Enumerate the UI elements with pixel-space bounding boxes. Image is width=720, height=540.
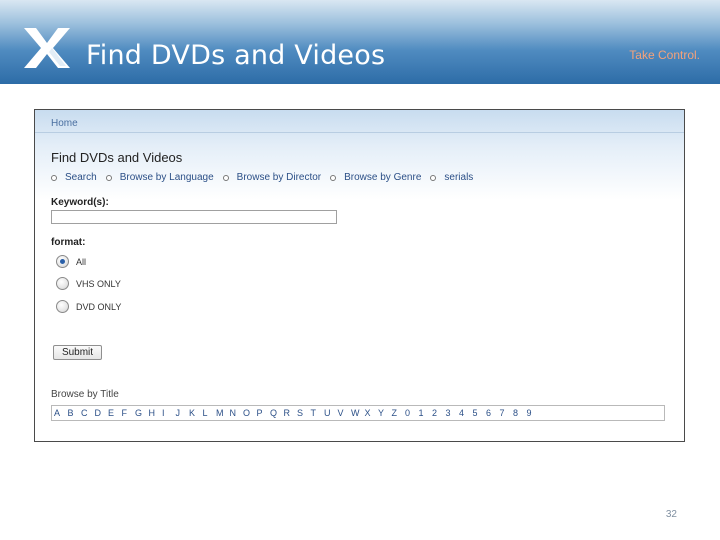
browse-title-link[interactable]: P bbox=[257, 408, 271, 418]
nav-link-browse-by-language[interactable]: Browse by Language bbox=[120, 172, 214, 183]
browse-title-link[interactable]: H bbox=[149, 408, 163, 418]
browse-title-link[interactable]: 2 bbox=[432, 408, 446, 418]
browse-title-link[interactable]: 0 bbox=[405, 408, 419, 418]
browse-title-link[interactable]: G bbox=[135, 408, 149, 418]
format-option-dvd[interactable]: DVD ONLY bbox=[56, 300, 121, 313]
browse-title-link[interactable]: A bbox=[54, 408, 68, 418]
nav-link-serials[interactable]: serials bbox=[444, 172, 473, 183]
nav-item-language[interactable]: Browse by Language bbox=[105, 172, 214, 183]
browse-title-link[interactable]: X bbox=[365, 408, 379, 418]
browse-title-link[interactable]: I bbox=[162, 408, 176, 418]
browse-title-link[interactable]: T bbox=[311, 408, 325, 418]
divider bbox=[35, 132, 684, 133]
page-number: 32 bbox=[665, 509, 677, 520]
browse-title-link[interactable]: 8 bbox=[513, 408, 527, 418]
format-label: format: bbox=[51, 237, 86, 248]
bullet-icon bbox=[430, 174, 437, 181]
browse-title-link[interactable]: K bbox=[189, 408, 203, 418]
browse-title-link[interactable]: L bbox=[203, 408, 217, 418]
page-title: Find DVDs and Videos bbox=[51, 150, 183, 165]
format-option-all[interactable]: All bbox=[56, 255, 86, 268]
browse-title-link[interactable]: Z bbox=[392, 408, 406, 418]
x-logo-icon bbox=[24, 28, 70, 68]
browse-title-link[interactable]: 4 bbox=[459, 408, 473, 418]
browse-title-link[interactable]: 6 bbox=[486, 408, 500, 418]
format-option-vhs[interactable]: VHS ONLY bbox=[56, 277, 121, 290]
browse-title-link[interactable]: 1 bbox=[419, 408, 433, 418]
browse-title-link[interactable]: W bbox=[351, 408, 365, 418]
keyword-input[interactable] bbox=[51, 210, 337, 224]
browse-title-link[interactable]: M bbox=[216, 408, 230, 418]
browse-title-link[interactable]: Q bbox=[270, 408, 284, 418]
bullet-icon bbox=[51, 174, 57, 181]
nav-item-serials[interactable]: serials bbox=[430, 172, 473, 183]
browse-title-link[interactable]: 5 bbox=[473, 408, 487, 418]
radio-label-all: All bbox=[76, 256, 87, 267]
radio-label-dvd: DVD ONLY bbox=[76, 301, 122, 312]
browse-title-link[interactable]: E bbox=[108, 408, 122, 418]
embedded-screenshot: Home Find DVDs and Videos Search Browse … bbox=[34, 109, 685, 442]
browse-title-link[interactable]: S bbox=[297, 408, 311, 418]
nav-link-search[interactable]: Search bbox=[65, 172, 97, 183]
browse-title-link[interactable]: U bbox=[324, 408, 338, 418]
bullet-icon bbox=[222, 174, 229, 181]
browse-title-link[interactable]: D bbox=[95, 408, 109, 418]
browse-title-link[interactable]: 3 bbox=[446, 408, 460, 418]
browse-title-link[interactable]: C bbox=[81, 408, 95, 418]
submit-button[interactable]: Submit bbox=[53, 345, 102, 360]
tagline: Take Control. bbox=[629, 48, 700, 62]
browse-title-link[interactable]: V bbox=[338, 408, 352, 418]
breadcrumb-home[interactable]: Home bbox=[51, 118, 78, 129]
browse-title-link[interactable]: F bbox=[122, 408, 136, 418]
radio-vhs-only[interactable] bbox=[56, 277, 69, 290]
bullet-icon bbox=[330, 174, 337, 181]
browse-title-link[interactable]: N bbox=[230, 408, 244, 418]
browse-by-title-bar: ABCDEFGHIJKLMNOPQRSTUVWXYZ0123456789 bbox=[51, 405, 665, 421]
nav-link-browse-by-genre[interactable]: Browse by Genre bbox=[344, 172, 421, 183]
browse-title-link[interactable]: O bbox=[243, 408, 257, 418]
nav-item-search[interactable]: Search bbox=[51, 172, 97, 183]
browse-title-link[interactable]: 9 bbox=[527, 408, 541, 418]
browse-by-title-label: Browse by Title bbox=[51, 389, 119, 400]
browse-title-link[interactable]: R bbox=[284, 408, 298, 418]
slide-header: Find DVDs and Videos Take Control. bbox=[0, 0, 720, 84]
nav-item-director[interactable]: Browse by Director bbox=[222, 172, 321, 183]
browse-title-link[interactable]: 7 bbox=[500, 408, 514, 418]
browse-title-link[interactable]: B bbox=[68, 408, 82, 418]
nav-item-genre[interactable]: Browse by Genre bbox=[330, 172, 421, 183]
nav-link-browse-by-director[interactable]: Browse by Director bbox=[237, 172, 321, 183]
radio-dvd-only[interactable] bbox=[56, 300, 69, 313]
slide-title: Find DVDs and Videos bbox=[86, 40, 386, 71]
browse-title-link[interactable]: J bbox=[176, 408, 190, 418]
bullet-icon bbox=[105, 174, 112, 181]
browse-nav: Search Browse by Language Browse by Dire… bbox=[51, 172, 482, 183]
browse-title-link[interactable]: Y bbox=[378, 408, 392, 418]
radio-label-vhs: VHS ONLY bbox=[76, 278, 121, 289]
keyword-label: Keyword(s): bbox=[51, 197, 109, 208]
radio-all[interactable] bbox=[56, 255, 69, 268]
